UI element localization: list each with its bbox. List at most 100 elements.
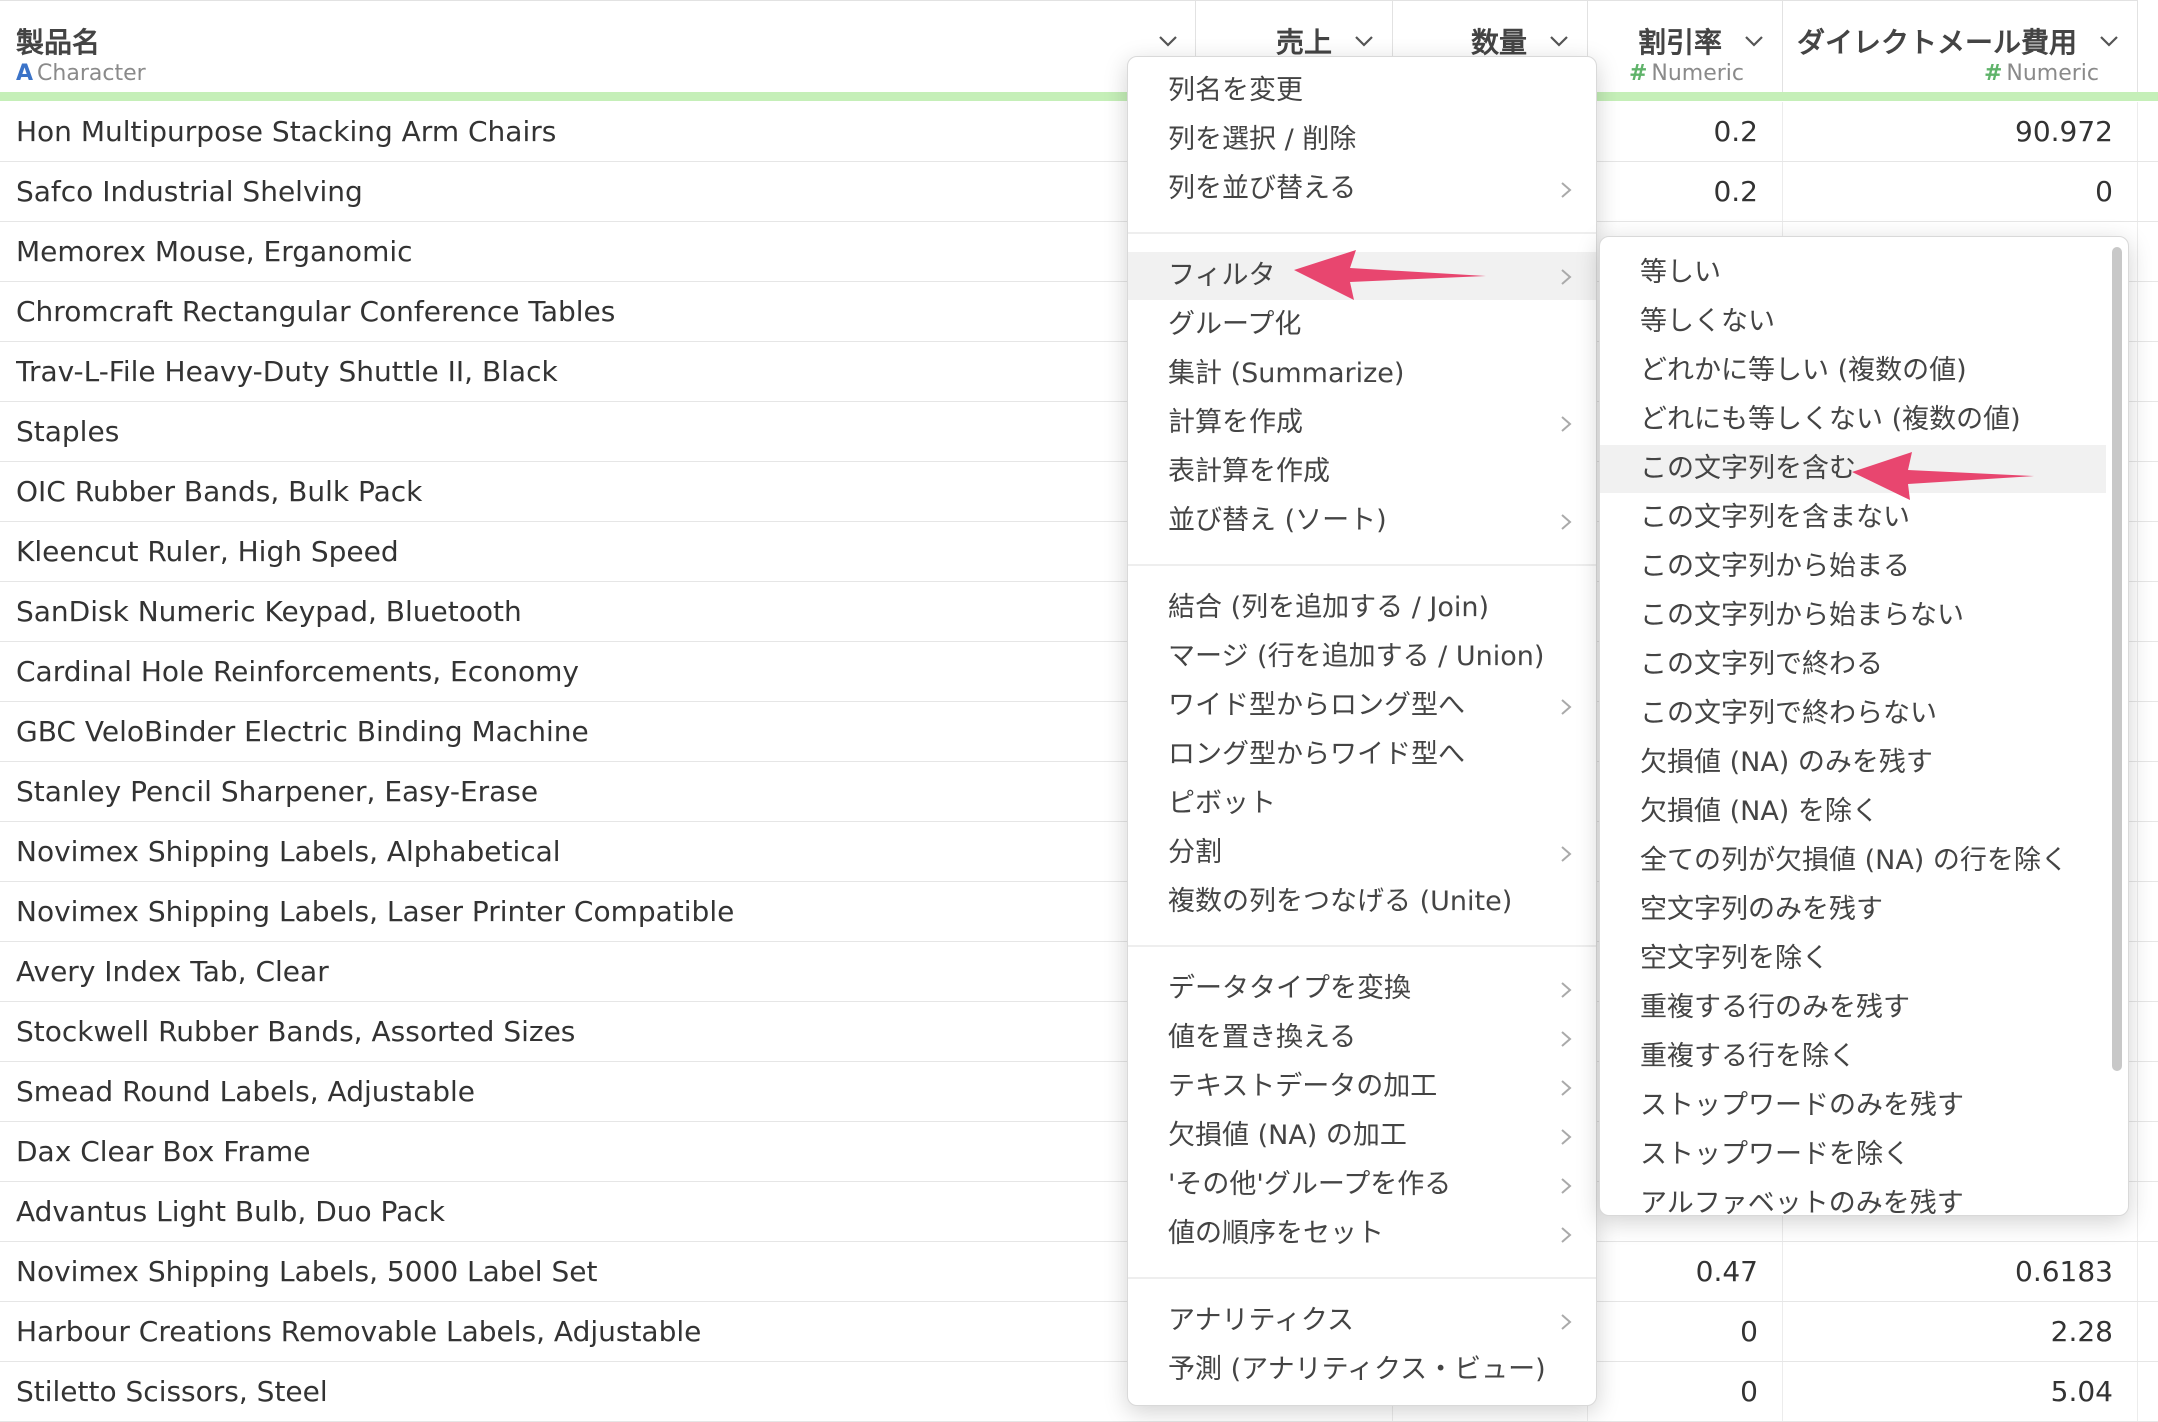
chevron-down-icon[interactable]: [2097, 29, 2121, 53]
cell-product-name: Avery Index Tab, Clear: [16, 955, 329, 988]
menu-item[interactable]: ロング型からワイド型へ: [1128, 731, 1596, 779]
filter-option[interactable]: どれにも等しくない (複数の値): [1600, 396, 2106, 444]
chevron-right-icon: [1561, 182, 1572, 198]
column-header-dm-cost[interactable]: ダイレクトメール費用 # Numeric: [1783, 0, 2138, 92]
menu-item[interactable]: 並び替え (ソート): [1128, 497, 1596, 545]
menu-item[interactable]: 予測 (アナリティクス・ビュー): [1128, 1346, 1596, 1394]
cell-product-name: Safco Industrial Shelving: [16, 175, 363, 208]
menu-item[interactable]: テキストデータの加工: [1128, 1063, 1596, 1111]
menu-item[interactable]: ワイド型からロング型へ: [1128, 682, 1596, 730]
chevron-down-icon[interactable]: [1156, 29, 1180, 53]
filter-option-label: どれにも等しくない (複数の値): [1640, 404, 2021, 435]
menu-item-label: ロング型からワイド型へ: [1168, 739, 1465, 770]
chevron-down-icon[interactable]: [1742, 29, 1766, 53]
numeric-type-icon: #: [1983, 61, 2003, 86]
filter-option-label: 重複する行を除く: [1640, 1041, 1856, 1072]
menu-separator: [1128, 1277, 1596, 1279]
filter-option-label: 等しくない: [1640, 306, 1775, 337]
filter-option-label: 欠損値 (NA) のみを残す: [1640, 747, 1933, 778]
filter-option[interactable]: どれかに等しい (複数の値): [1600, 347, 2106, 395]
menu-item[interactable]: 欠損値 (NA) の加工: [1128, 1112, 1596, 1160]
menu-item-label: データタイプを変換: [1168, 973, 1411, 1004]
filter-option-label: ストップワードのみを残す: [1640, 1090, 1964, 1121]
menu-item[interactable]: アナリティクス: [1128, 1297, 1596, 1345]
menu-item-label: 列を並び替える: [1168, 173, 1357, 204]
menu-item[interactable]: 列名を変更: [1128, 67, 1596, 115]
filter-option-label: この文字列から始まらない: [1640, 600, 1964, 631]
menu-item[interactable]: 分割: [1128, 829, 1596, 877]
filter-option[interactable]: ストップワードのみを残す: [1600, 1082, 2106, 1130]
menu-item-label: テキストデータの加工: [1168, 1071, 1438, 1102]
cell-discount: 0: [1588, 1362, 1783, 1421]
chevron-down-icon[interactable]: [1352, 29, 1376, 53]
menu-item[interactable]: 計算を作成: [1128, 399, 1596, 447]
menu-item[interactable]: データタイプを変換: [1128, 965, 1596, 1013]
menu-item[interactable]: ピボット: [1128, 780, 1596, 828]
menu-item[interactable]: 複数の列をつなげる (Unite): [1128, 878, 1596, 926]
menu-item-label: アナリティクス: [1168, 1305, 1355, 1336]
table-row[interactable]: Stiletto Scissors, Steel 0 5.04: [0, 1362, 2158, 1422]
cell-discount: 0.47: [1588, 1242, 1783, 1301]
filter-option-label: 等しい: [1640, 257, 1721, 288]
filter-option-label: 全ての列が欠損値 (NA) の行を除く: [1640, 845, 2068, 876]
cell-product-name: Hon Multipurpose Stacking Arm Chairs: [16, 115, 557, 148]
filter-option-label: この文字列から始まる: [1640, 551, 1910, 582]
submenu-scrollbar[interactable]: [2112, 247, 2122, 1071]
filter-option[interactable]: 等しい: [1600, 249, 2106, 297]
table-row[interactable]: Novimex Shipping Labels, 5000 Label Set 0…: [0, 1242, 2158, 1302]
cell-discount: 0.2: [1588, 162, 1783, 221]
filter-option-label: 重複する行のみを残す: [1640, 992, 1910, 1023]
menu-item[interactable]: マージ (行を追加する / Union): [1128, 633, 1596, 681]
filter-option[interactable]: 全ての列が欠損値 (NA) の行を除く: [1600, 837, 2106, 885]
filter-option[interactable]: この文字列で終わらない: [1600, 690, 2106, 738]
filter-option[interactable]: 重複する行のみを残す: [1600, 984, 2106, 1032]
table-row[interactable]: Hon Multipurpose Stacking Arm Chairs 0.2 9…: [0, 102, 2158, 162]
cell-product-name: GBC VeloBinder Electric Binding Machine: [16, 715, 589, 748]
cell-product-name: Harbour Creations Removable Labels, Adju…: [16, 1315, 702, 1348]
filter-option[interactable]: この文字列から始まらない: [1600, 592, 2106, 640]
column-header-discount[interactable]: 割引率 # Numeric: [1588, 0, 1783, 92]
cell-product-name: Advantus Light Bulb, Duo Pack: [16, 1195, 445, 1228]
filter-option[interactable]: ストップワードを除く: [1600, 1131, 2106, 1179]
menu-item[interactable]: 集計 (Summarize): [1128, 350, 1596, 398]
table-row[interactable]: Safco Industrial Shelving 0.2 0: [0, 162, 2158, 222]
filter-option-label: この文字列で終わる: [1640, 649, 1883, 680]
filter-option[interactable]: 空文字列のみを残す: [1600, 886, 2106, 934]
menu-item-label: 値の順序をセット: [1168, 1218, 1384, 1249]
menu-separator: [1128, 564, 1596, 566]
menu-item[interactable]: 'その他'グループを作る: [1128, 1161, 1596, 1209]
cell-dm-cost: 90.972: [1783, 102, 2138, 161]
menu-item[interactable]: 結合 (列を追加する / Join): [1128, 584, 1596, 632]
filter-option[interactable]: アルファベットのみを残す: [1600, 1180, 2106, 1215]
menu-item-label: 'その他'グループを作る: [1168, 1169, 1452, 1200]
cell-product-name: SanDisk Numeric Keypad, Bluetooth: [16, 595, 522, 628]
filter-option[interactable]: 欠損値 (NA) を除く: [1600, 788, 2106, 836]
menu-item[interactable]: 値を置き換える: [1128, 1014, 1596, 1062]
chevron-right-icon: [1561, 1031, 1572, 1047]
cell-product-name: Novimex Shipping Labels, Alphabetical: [16, 835, 561, 868]
menu-item[interactable]: グループ化: [1128, 301, 1596, 349]
chevron-right-icon: [1561, 1080, 1572, 1096]
filter-option[interactable]: 空文字列を除く: [1600, 935, 2106, 983]
menu-item[interactable]: 表計算を作成: [1128, 448, 1596, 496]
table-row[interactable]: Harbour Creations Removable Labels, Adju…: [0, 1302, 2158, 1362]
filter-option[interactable]: 重複する行を除く: [1600, 1033, 2106, 1081]
filter-option[interactable]: 等しくない: [1600, 298, 2106, 346]
column-header-product-name[interactable]: 製品名 A Character: [0, 0, 1196, 92]
cell-product-name: Novimex Shipping Labels, Laser Printer C…: [16, 895, 735, 928]
filter-option[interactable]: この文字列で終わる: [1600, 641, 2106, 689]
menu-item[interactable]: 列を選択 / 削除: [1128, 116, 1596, 164]
chevron-down-icon[interactable]: [1547, 29, 1571, 53]
menu-item-label: ピボット: [1168, 788, 1276, 819]
filter-option[interactable]: この文字列から始まる: [1600, 543, 2106, 591]
menu-item-label: 欠損値 (NA) の加工: [1168, 1120, 1407, 1151]
menu-item[interactable]: 値の順序をセット: [1128, 1210, 1596, 1258]
menu-separator: [1128, 945, 1596, 947]
numeric-type-icon: #: [1628, 61, 1648, 86]
cell-product-name: Trav-L-File Heavy-Duty Shuttle II, Black: [16, 355, 558, 388]
column-type-label: Numeric: [1651, 61, 1744, 86]
filter-option[interactable]: 欠損値 (NA) のみを残す: [1600, 739, 2106, 787]
cell-product-name: Chromcraft Rectangular Conference Tables: [16, 295, 616, 328]
cell-product-name: Stiletto Scissors, Steel: [16, 1375, 328, 1408]
menu-item[interactable]: 列を並び替える: [1128, 165, 1596, 213]
